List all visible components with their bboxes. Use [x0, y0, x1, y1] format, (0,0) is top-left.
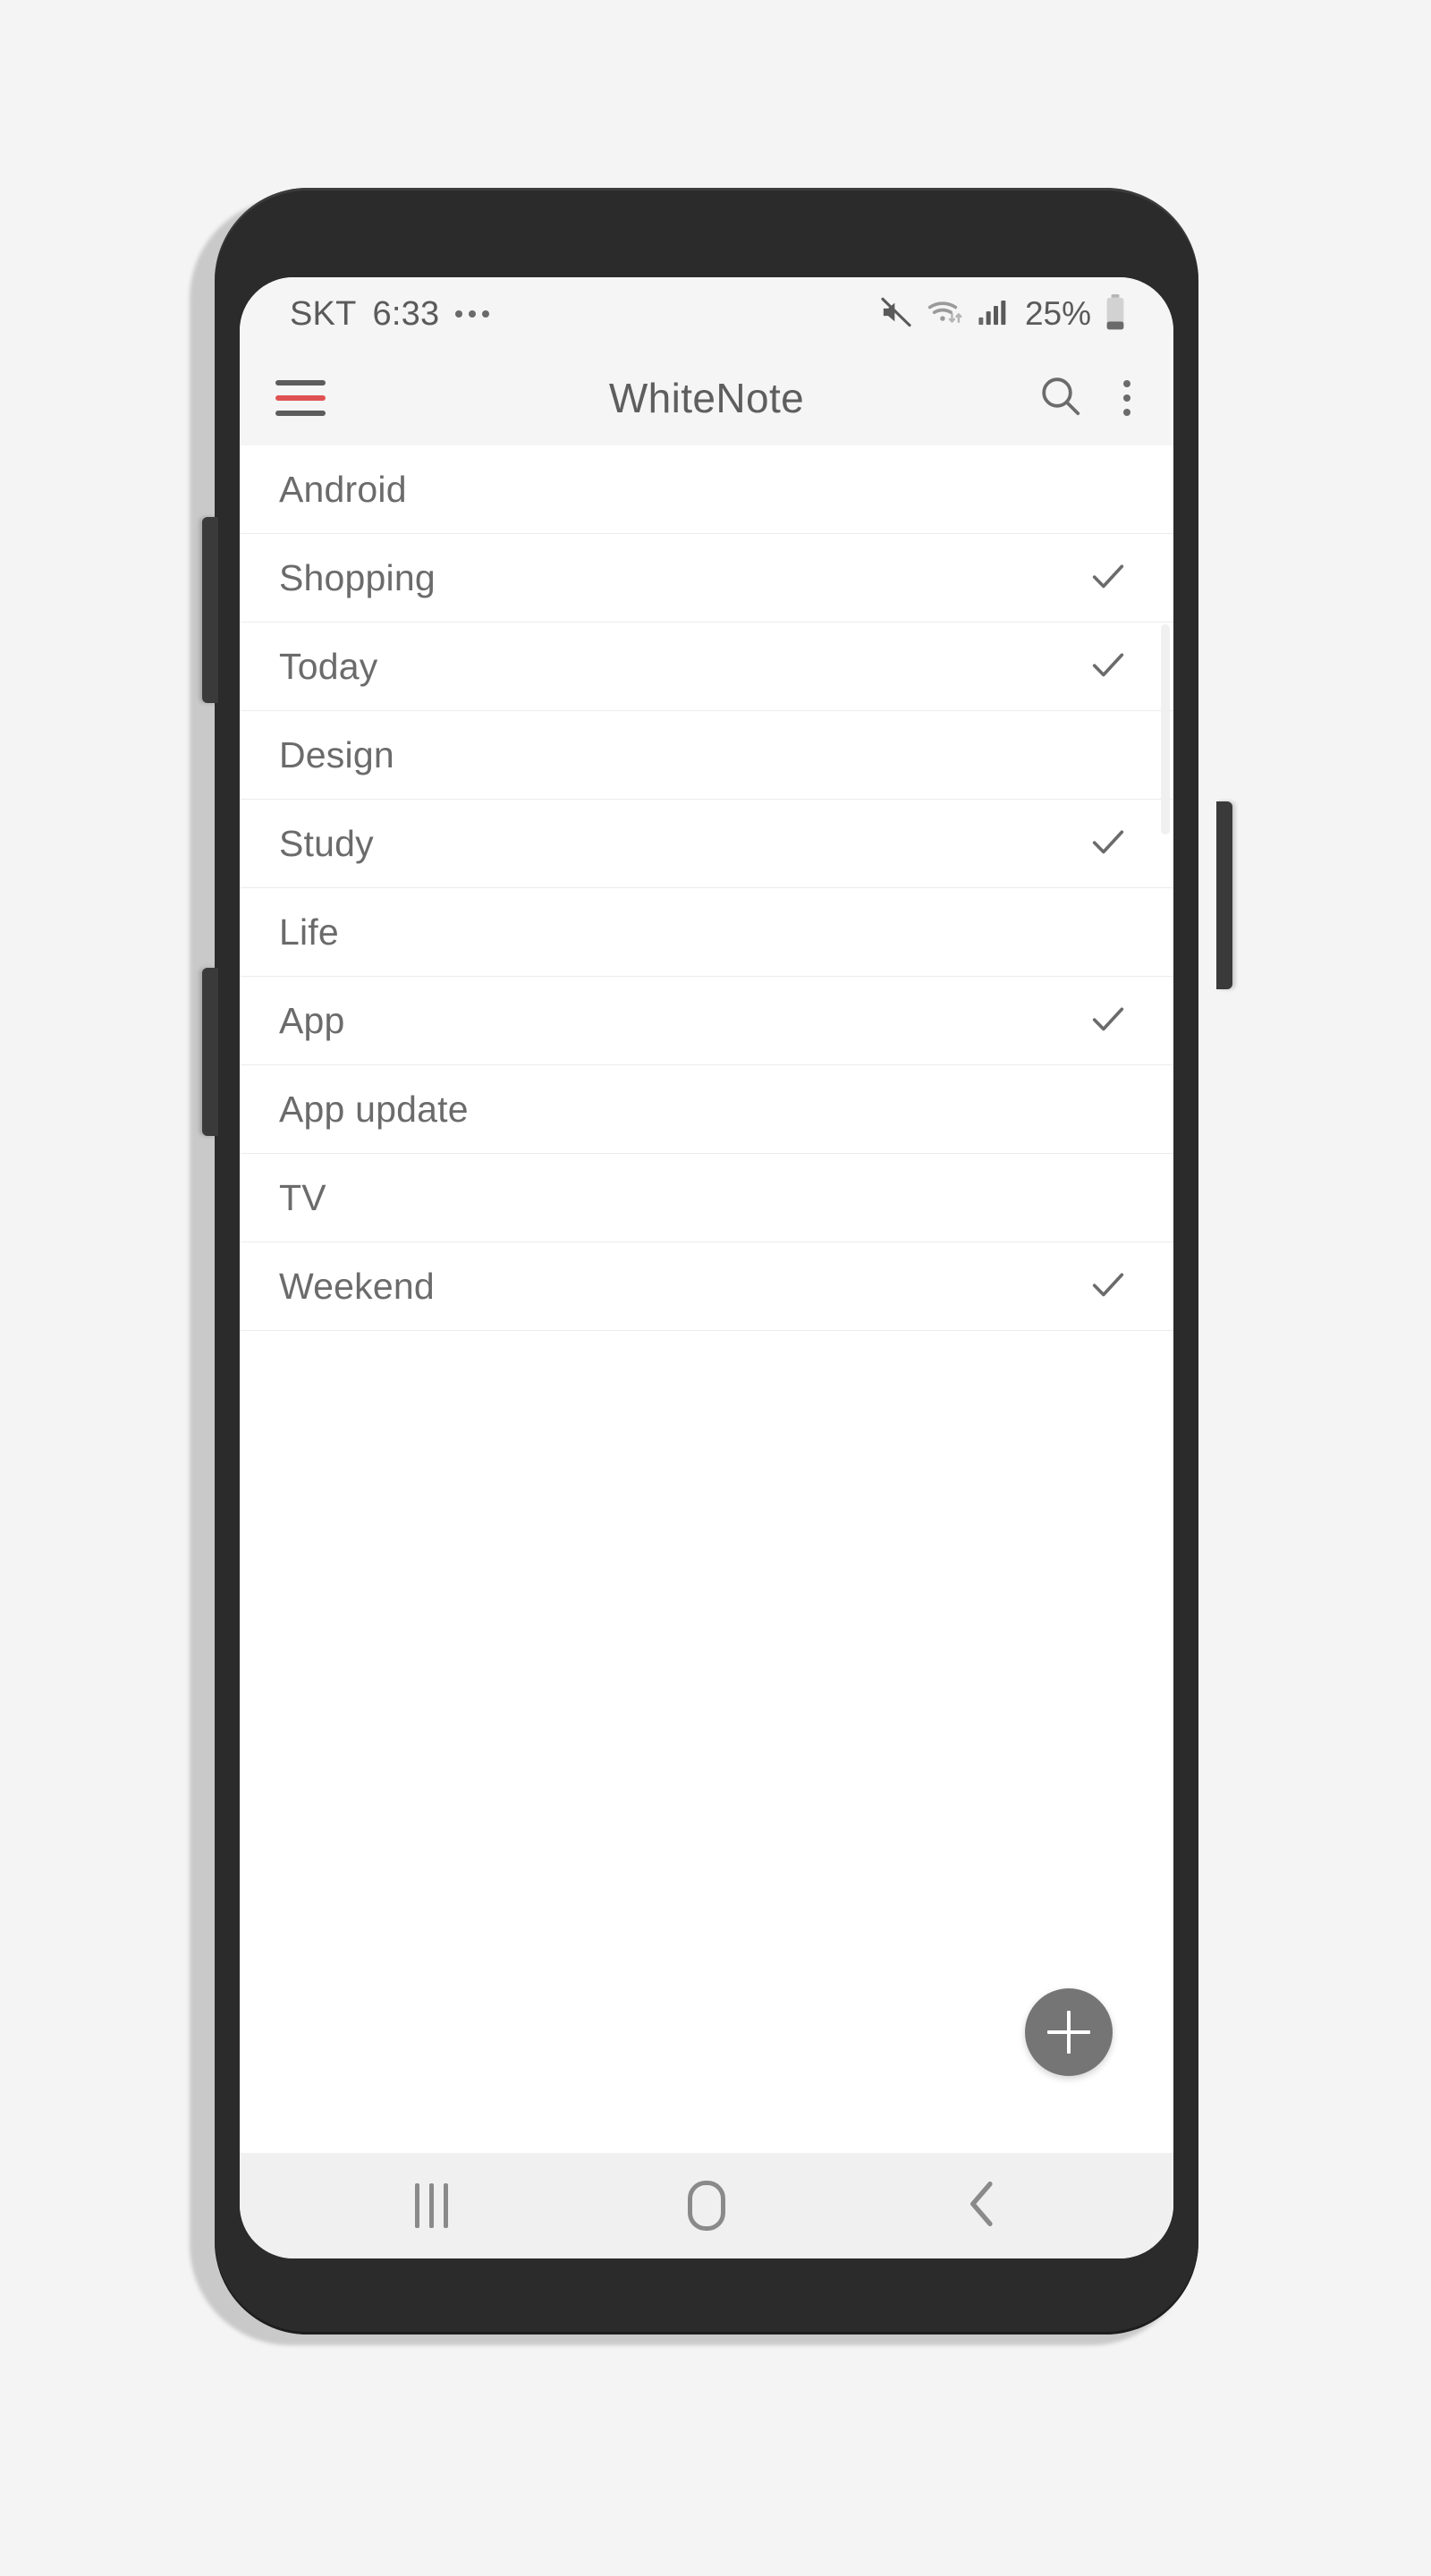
- list-item[interactable]: App update: [240, 1065, 1173, 1154]
- home-button[interactable]: [653, 2165, 760, 2246]
- battery-percent-label: 25%: [1024, 295, 1091, 332]
- note-category-list: Android Shopping Today Design Study Life…: [240, 445, 1173, 2153]
- list-item[interactable]: Today: [240, 623, 1173, 711]
- list-item[interactable]: Study: [240, 800, 1173, 888]
- check-icon: [1088, 1264, 1129, 1309]
- check-icon: [1088, 821, 1129, 867]
- system-navigation-bar: [240, 2153, 1173, 2258]
- search-icon[interactable]: [1037, 373, 1084, 424]
- list-item[interactable]: Life: [240, 888, 1173, 977]
- signal-icon: [977, 294, 1011, 335]
- check-icon: [1088, 998, 1129, 1044]
- back-button[interactable]: [928, 2165, 1036, 2246]
- bixby-button[interactable]: [202, 968, 218, 1136]
- power-button[interactable]: [1216, 801, 1232, 989]
- list-item[interactable]: Android: [240, 445, 1173, 534]
- status-bar-left: SKT 6:33: [290, 294, 490, 334]
- list-item-label: Shopping: [279, 556, 436, 598]
- status-bar-right: 25%: [878, 293, 1127, 335]
- notification-dots-icon: [455, 310, 490, 318]
- app-bar-actions: [1037, 373, 1134, 424]
- back-icon: [961, 2178, 1003, 2234]
- phone-screen: SKT 6:33 25% WhiteNote Android Shopping …: [240, 277, 1173, 2258]
- wifi-icon: [927, 294, 964, 335]
- list-item-label: App: [279, 999, 345, 1041]
- add-note-fab[interactable]: [1025, 1988, 1113, 2076]
- list-item[interactable]: TV: [240, 1154, 1173, 1242]
- app-bar: WhiteNote: [240, 351, 1173, 445]
- screenshot-canvas: SKT 6:33 25% WhiteNote Android Shopping …: [0, 0, 1431, 2576]
- check-icon: [1088, 555, 1129, 601]
- list-item-label: Today: [279, 645, 378, 687]
- recents-button[interactable]: [377, 2165, 485, 2246]
- list-item[interactable]: Weekend: [240, 1242, 1173, 1331]
- list-item-label: Weekend: [279, 1265, 435, 1307]
- clock-label: 6:33: [372, 294, 440, 333]
- battery-icon: [1104, 293, 1127, 335]
- page-title: WhiteNote: [608, 375, 805, 421]
- list-item[interactable]: App: [240, 977, 1173, 1065]
- list-item-label: Life: [279, 911, 339, 953]
- list-item-label: Design: [279, 733, 394, 775]
- more-vertical-icon[interactable]: [1120, 377, 1134, 419]
- status-bar: SKT 6:33 25%: [240, 277, 1173, 351]
- list-item[interactable]: Design: [240, 711, 1173, 800]
- list-scrollbar[interactable]: [1161, 624, 1170, 835]
- list-item-label: Android: [279, 468, 407, 510]
- volume-rocker-button[interactable]: [202, 517, 218, 703]
- recents-icon: [414, 2183, 448, 2228]
- home-icon: [688, 2181, 725, 2231]
- carrier-label: SKT: [290, 294, 357, 333]
- list-item-label: TV: [279, 1176, 326, 1218]
- mute-icon: [878, 294, 914, 335]
- list-item-label: App update: [279, 1088, 469, 1130]
- list-item-label: Study: [279, 822, 374, 864]
- check-icon: [1088, 644, 1129, 690]
- hamburger-menu-icon[interactable]: [275, 380, 326, 416]
- list-item[interactable]: Shopping: [240, 534, 1173, 623]
